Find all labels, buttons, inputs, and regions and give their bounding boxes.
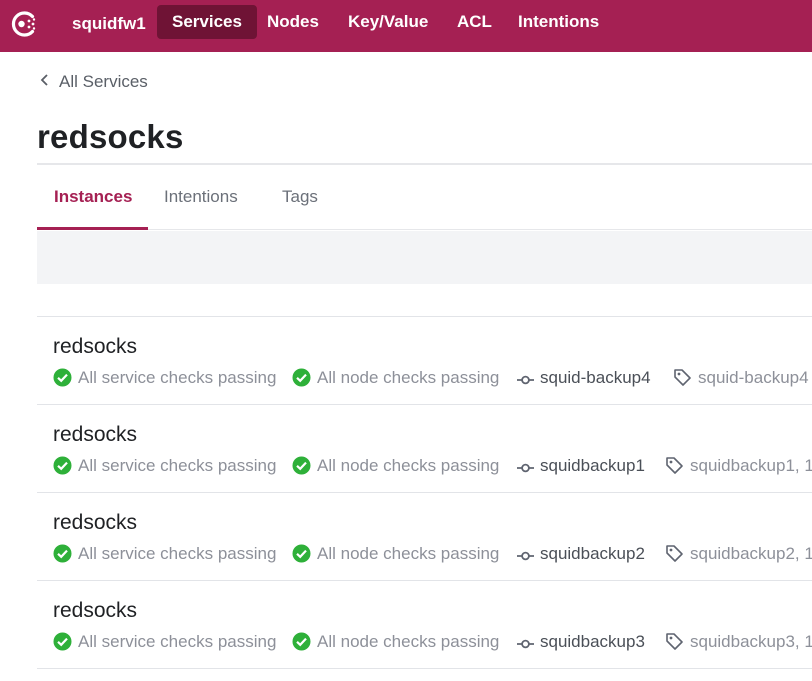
node-checks-status: All node checks passing	[292, 367, 499, 389]
service-checks-status: All service checks passing	[53, 543, 276, 565]
list-item[interactable]: redsocks All service checks passing All …	[37, 580, 812, 669]
tab-intentions[interactable]: Intentions	[164, 180, 238, 214]
breadcrumb-all-services[interactable]: All Services	[59, 72, 148, 91]
list-item[interactable]: redsocks All service checks passing All …	[37, 404, 812, 492]
check-circle-icon	[292, 544, 311, 563]
nav-services[interactable]: Services	[157, 5, 257, 39]
service-checks-status: All service checks passing	[53, 455, 276, 477]
node-icon	[517, 551, 534, 561]
node-name: squidbackup2	[517, 543, 645, 565]
breadcrumb[interactable]: All Services	[40, 68, 148, 94]
node-checks-status: All node checks passing	[292, 543, 499, 565]
tab-tags[interactable]: Tags	[282, 180, 318, 214]
check-circle-icon	[53, 544, 72, 563]
tab-instances[interactable]: Instances	[54, 180, 132, 214]
instance-name[interactable]: redsocks	[53, 599, 137, 623]
instance-name[interactable]: redsocks	[53, 335, 137, 359]
instance-name[interactable]: redsocks	[53, 423, 137, 447]
list-item[interactable]: redsocks All service checks passing All …	[37, 316, 812, 404]
node-checks-status: All node checks passing	[292, 631, 499, 653]
check-circle-icon	[53, 456, 72, 475]
instance-list: redsocks All service checks passing All …	[37, 316, 812, 669]
node-icon	[517, 375, 534, 385]
check-circle-icon	[53, 368, 72, 387]
node-name: squidbackup1	[517, 455, 645, 477]
tabs-divider	[148, 229, 812, 230]
tag-icon	[666, 457, 683, 474]
chevron-left-icon	[40, 68, 49, 94]
tag-icon	[666, 545, 683, 562]
check-circle-icon	[292, 368, 311, 387]
node-icon	[517, 463, 534, 473]
nav-intentions[interactable]: Intentions	[503, 5, 614, 39]
node-checks-status: All node checks passing	[292, 455, 499, 477]
nav-nodes[interactable]: Nodes	[252, 5, 334, 39]
filter-bar	[37, 231, 812, 284]
check-circle-icon	[292, 632, 311, 651]
datacenter-selector[interactable]: squidfw1	[72, 12, 146, 36]
node-name: squid-backup4	[517, 367, 651, 389]
top-navigation-bar: squidfw1 Services Nodes Key/Value ACL In…	[0, 0, 812, 52]
node-icon	[517, 639, 534, 649]
page-title: redsocks	[37, 118, 184, 155]
tag-icon	[666, 633, 683, 650]
list-item[interactable]: redsocks All service checks passing All …	[37, 492, 812, 580]
check-circle-icon	[53, 632, 72, 651]
active-tab-indicator	[37, 227, 148, 230]
tag-icon	[674, 369, 691, 386]
nav-key-value[interactable]: Key/Value	[333, 5, 443, 39]
instance-name[interactable]: redsocks	[53, 511, 137, 535]
consul-logo-icon[interactable]	[7, 7, 41, 41]
nav-acl[interactable]: ACL	[442, 5, 507, 39]
service-checks-status: All service checks passing	[53, 631, 276, 653]
node-name: squidbackup3	[517, 631, 645, 653]
service-checks-status: All service checks passing	[53, 367, 276, 389]
instance-tags: squid-backup4	[673, 367, 809, 389]
check-circle-icon	[292, 456, 311, 475]
title-divider	[37, 163, 812, 165]
instance-tags: squidbackup3, 1	[665, 631, 812, 653]
instance-tags: squidbackup2, 1	[665, 543, 812, 565]
instance-tags: squidbackup1, 1	[665, 455, 812, 477]
